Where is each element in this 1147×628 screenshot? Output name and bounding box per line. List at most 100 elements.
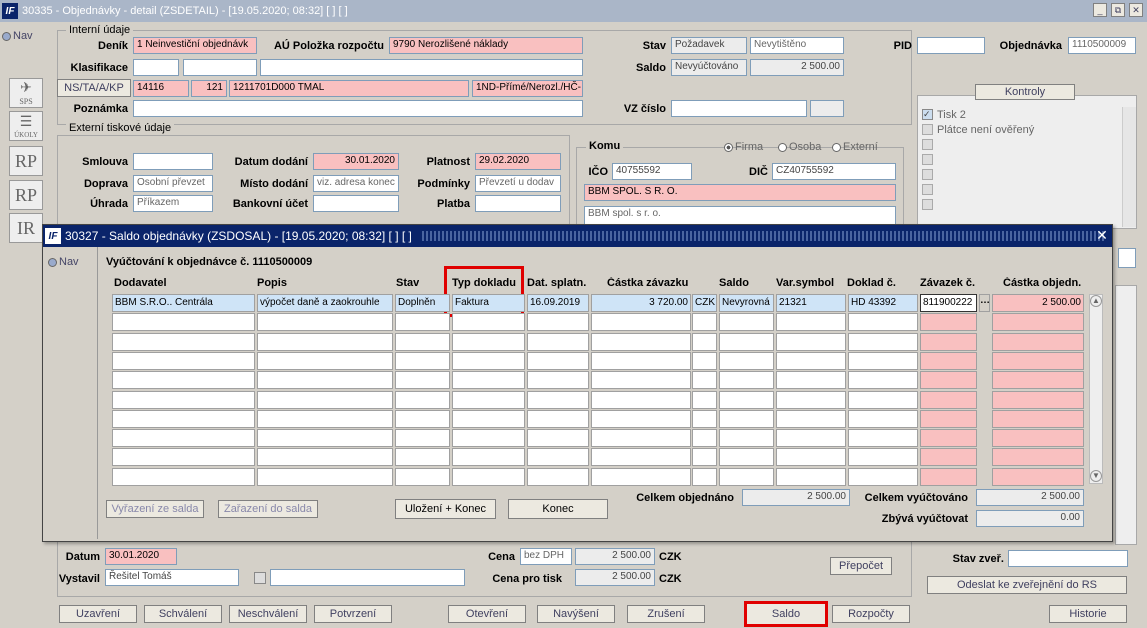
au-field[interactable]: 9790 Nerozlišené náklady: [389, 37, 583, 54]
cell-mena[interactable]: [692, 351, 717, 370]
checkbox-icon[interactable]: [922, 184, 933, 195]
cell-popis[interactable]: [257, 409, 393, 428]
cell-mena[interactable]: [692, 332, 717, 351]
cell-mena[interactable]: [692, 409, 717, 428]
cell-doklad[interactable]: [848, 371, 918, 390]
cell-zavazek[interactable]: [920, 448, 977, 467]
dialog-nav-button[interactable]: Nav: [48, 256, 79, 268]
ulozeni-konec-button[interactable]: Uložení + Konec: [395, 499, 496, 519]
cell-popis[interactable]: [257, 390, 393, 409]
cell-castka-zavazku[interactable]: [591, 313, 691, 332]
denik-field[interactable]: 1 Neinvestiční objednávk: [133, 37, 257, 54]
cell-castka-zavazku[interactable]: [591, 351, 691, 370]
klasifikace-field-3[interactable]: [260, 59, 583, 76]
podminky-field[interactable]: Převzetí u dodav: [475, 175, 561, 192]
cell-doklad[interactable]: [848, 332, 918, 351]
cell-castka-objedn[interactable]: [992, 351, 1084, 370]
table-row[interactable]: [112, 390, 1084, 409]
cell-dodavatel[interactable]: [112, 332, 255, 351]
cell-castka-zavazku[interactable]: [591, 332, 691, 351]
vystavil-field[interactable]: Řešitel Tomáš: [105, 569, 239, 586]
cell-stav[interactable]: [395, 429, 450, 448]
dialog-close-icon[interactable]: ✕: [1094, 227, 1110, 243]
cell-mena[interactable]: [692, 467, 717, 486]
cell-zavazek[interactable]: [920, 467, 977, 486]
cell-castka-zavazku[interactable]: 3 720.00: [591, 294, 691, 312]
vz-field-2[interactable]: [810, 100, 844, 117]
ns-field-2[interactable]: 121: [191, 80, 227, 97]
platnost-field[interactable]: 29.02.2020: [475, 153, 561, 170]
ns-field-1[interactable]: 14116: [133, 80, 189, 97]
cell-popis[interactable]: [257, 371, 393, 390]
checkbox-icon[interactable]: [922, 154, 933, 165]
cell-var-symbol[interactable]: [776, 429, 846, 448]
cell-saldo[interactable]: [719, 429, 774, 448]
cell-stav[interactable]: [395, 390, 450, 409]
cell-mena[interactable]: [692, 313, 717, 332]
platba-field[interactable]: [475, 195, 561, 212]
misto-dodani-field[interactable]: viz. adresa konec: [313, 175, 399, 192]
konec-button[interactable]: Konec: [508, 499, 608, 519]
ns-ta-a-kp-button[interactable]: NS/TA/A/KP: [57, 79, 131, 97]
schvaleni-button[interactable]: Schválení: [144, 605, 222, 623]
vystavil-note-field[interactable]: [270, 569, 465, 586]
cell-popis[interactable]: [257, 351, 393, 370]
cell-castka-objedn[interactable]: [992, 332, 1084, 351]
cell-dodavatel[interactable]: [112, 467, 255, 486]
saldo-button[interactable]: Saldo: [744, 601, 828, 627]
cell-zavazek-lookup[interactable]: [979, 448, 990, 467]
cell-doklad[interactable]: [848, 467, 918, 486]
cell-castka-objedn[interactable]: [992, 448, 1084, 467]
checkbox-checked-icon[interactable]: ✓: [922, 109, 933, 120]
cell-stav[interactable]: [395, 371, 450, 390]
klasifikace-field-2[interactable]: [183, 59, 257, 76]
cell-dat-splatn[interactable]: [527, 448, 589, 467]
cell-zavazek-lookup[interactable]: [979, 429, 990, 448]
checkbox-icon[interactable]: [922, 199, 933, 210]
cell-stav[interactable]: [395, 467, 450, 486]
cell-mena[interactable]: [692, 448, 717, 467]
ico-field[interactable]: 40755592: [612, 163, 692, 180]
cell-castka-objedn[interactable]: [992, 390, 1084, 409]
cell-var-symbol[interactable]: [776, 351, 846, 370]
cell-saldo[interactable]: [719, 448, 774, 467]
cell-popis[interactable]: [257, 467, 393, 486]
cell-stav[interactable]: [395, 351, 450, 370]
osoba-radio[interactable]: Osoba: [778, 141, 821, 153]
cell-stav[interactable]: [395, 313, 450, 332]
odeslat-rs-button[interactable]: Odeslat ke zveřejnění do RS: [927, 576, 1127, 594]
cell-castka-zavazku[interactable]: [591, 467, 691, 486]
cell-saldo[interactable]: [719, 371, 774, 390]
kontroly-item[interactable]: [922, 137, 1118, 152]
cell-zavazek-lookup[interactable]: …: [979, 294, 990, 312]
cell-typ-dokladu[interactable]: [452, 448, 525, 467]
main-title-bar[interactable]: IF 30335 - Objednávky - detail (ZSDETAIL…: [0, 0, 1147, 22]
cell-var-symbol[interactable]: [776, 448, 846, 467]
cell-dodavatel[interactable]: [112, 409, 255, 428]
prepocet-button[interactable]: Přepočet: [830, 557, 892, 575]
cell-saldo[interactable]: [719, 390, 774, 409]
cell-castka-zavazku[interactable]: [591, 371, 691, 390]
stav-zverejneni-field[interactable]: [1008, 550, 1128, 567]
checkbox-icon[interactable]: [254, 572, 266, 584]
cell-typ-dokladu[interactable]: [452, 467, 525, 486]
table-row[interactable]: [112, 429, 1084, 448]
cell-dat-splatn[interactable]: [527, 429, 589, 448]
cell-dat-splatn[interactable]: [527, 371, 589, 390]
datum-dodani-field[interactable]: 30.01.2020: [313, 153, 399, 170]
cell-dodavatel[interactable]: [112, 448, 255, 467]
restore-button[interactable]: ⧉: [1111, 3, 1125, 17]
cell-popis[interactable]: [257, 448, 393, 467]
cell-typ-dokladu[interactable]: Faktura: [452, 294, 525, 312]
cell-dodavatel[interactable]: [112, 371, 255, 390]
historie-button[interactable]: Historie: [1049, 605, 1127, 623]
cell-var-symbol[interactable]: [776, 409, 846, 428]
pid-field[interactable]: [917, 37, 985, 54]
cell-dat-splatn[interactable]: [527, 332, 589, 351]
cell-castka-zavazku[interactable]: [591, 448, 691, 467]
cell-dat-splatn[interactable]: [527, 409, 589, 428]
table-row[interactable]: [112, 371, 1084, 390]
table-row[interactable]: [112, 351, 1084, 370]
table-row[interactable]: [112, 448, 1084, 467]
dic-field[interactable]: CZ40755592: [772, 163, 896, 180]
